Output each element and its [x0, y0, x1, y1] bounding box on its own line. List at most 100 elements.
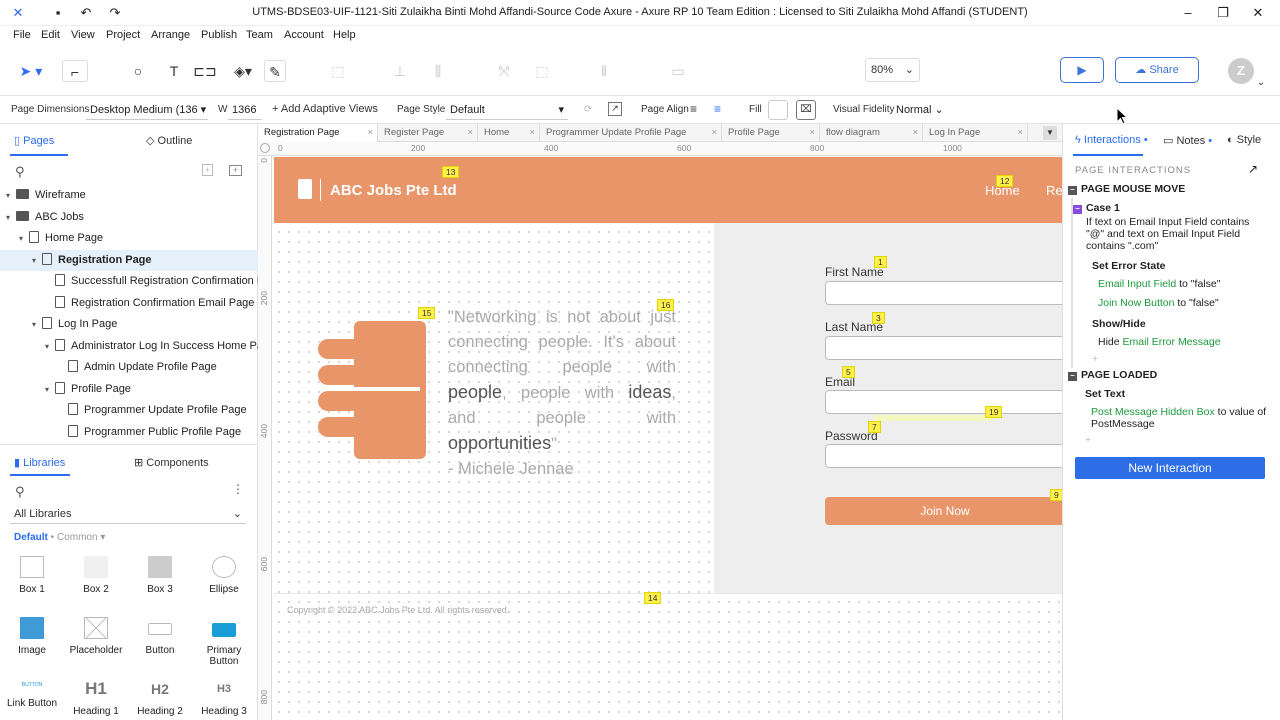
action-target[interactable]: Email Input Field to "false" — [1098, 278, 1220, 290]
width-input[interactable]: 1366 — [228, 100, 262, 120]
add-folder-icon[interactable]: + — [229, 165, 242, 176]
tree-page[interactable]: Successfull Registration Confirmation P — [0, 271, 258, 292]
add-adaptive-views-button[interactable]: + Add Adaptive Views — [272, 103, 378, 115]
close-tab-icon[interactable]: × — [912, 124, 918, 142]
visual-fidelity-select[interactable]: Normal ⌄ — [892, 100, 952, 120]
tree-folder[interactable]: ▾ ABC Jobs — [0, 207, 258, 228]
tree-page[interactable]: ▾ Home Page — [0, 228, 258, 249]
library-item[interactable]: BUTTON Link Button — [0, 678, 64, 709]
tree-page[interactable]: Programmer Update Profile Page — [0, 400, 258, 421]
add-action-icon[interactable]: + — [1085, 434, 1091, 446]
field-tool-icon[interactable]: ⊏⊐ — [190, 60, 220, 82]
menu-project[interactable]: Project — [106, 29, 140, 41]
new-interaction-button[interactable]: New Interaction — [1075, 457, 1265, 479]
pen-tool-icon[interactable]: ✎ — [264, 60, 286, 82]
maximize-icon[interactable]: ❐ — [1215, 5, 1231, 21]
menu-publish[interactable]: Publish — [201, 29, 237, 41]
zoom-select[interactable]: 80% ⌄ — [865, 58, 920, 82]
site-header[interactable]: ABC Jobs Pte Ltd Home Re — [274, 157, 1062, 223]
tree-page[interactable]: Programmer Public Profile Page — [0, 422, 258, 443]
tree-page[interactable]: Admin Update Profile Page — [0, 357, 258, 378]
action-show-hide[interactable]: Show/Hide — [1092, 318, 1146, 330]
text-tool-icon[interactable]: T — [164, 60, 184, 82]
expand-arrow-icon[interactable]: ▾ — [45, 379, 55, 400]
tab-notes[interactable]: ▭ Notes • — [1163, 134, 1212, 147]
fill-image-icon[interactable]: ⌧ — [796, 100, 816, 120]
close-tab-icon[interactable]: × — [711, 124, 717, 142]
flip-icon[interactable]: ⤧ — [494, 60, 514, 82]
doc-tab[interactable]: Profile Page × — [722, 124, 820, 142]
menu-help[interactable]: Help — [333, 29, 356, 41]
close-tab-icon[interactable]: × — [467, 124, 473, 142]
tab-components[interactable]: ⊞ Components — [134, 456, 209, 469]
expand-arrow-icon[interactable]: ▾ — [32, 314, 42, 335]
widget-badge[interactable]: 14 — [644, 592, 662, 604]
group-icon[interactable]: ⬚ — [328, 60, 348, 82]
tree-page[interactable]: ▾ Administrator Log In Success Home Pag — [0, 336, 258, 357]
table-icon[interactable]: ▭ — [668, 60, 688, 82]
doc-tab[interactable]: Log In Page × — [923, 124, 1028, 142]
transform-icon[interactable]: ⬚ — [532, 60, 552, 82]
library-more-icon[interactable]: ⋮ — [232, 482, 244, 496]
action-set-text[interactable]: Set Text — [1085, 388, 1125, 400]
action-target[interactable]: Join Now Button to "false" — [1098, 297, 1219, 309]
expand-arrow-icon[interactable]: ▾ — [45, 336, 55, 357]
action-target[interactable]: Post Message Hidden Box to value of Post… — [1091, 406, 1271, 430]
close-tab-icon[interactable]: × — [367, 124, 373, 142]
widget-badge[interactable]: 12 — [996, 175, 1014, 187]
widget-badge[interactable]: 13 — [442, 166, 460, 178]
close-tab-icon[interactable]: × — [809, 124, 815, 142]
menu-file[interactable]: File — [13, 29, 31, 41]
fill-color-swatch[interactable] — [768, 100, 788, 120]
tab-pages[interactable]: ▯ Pages — [14, 134, 54, 147]
library-item[interactable]: Box 3 — [128, 556, 192, 595]
align-icon[interactable]: ⊥ — [390, 60, 410, 82]
preview-button[interactable]: ▶ — [1060, 57, 1104, 83]
ruler-origin-icon[interactable] — [260, 143, 270, 153]
library-item[interactable]: H2 Heading 2 — [128, 678, 192, 717]
share-button[interactable]: ☁ Share — [1115, 57, 1199, 83]
style-sync-icon[interactable]: ⟳ — [584, 104, 592, 115]
library-item[interactable]: Box 2 — [64, 556, 128, 595]
distribute-icon[interactable]: ⫼ — [428, 60, 448, 82]
last-name-input[interactable] — [825, 336, 1062, 360]
design-canvas[interactable]: ABC Jobs Pte Ltd Home Re "Networking is … — [274, 157, 1062, 720]
tab-outline[interactable]: ◇ Outline — [146, 134, 192, 147]
library-item[interactable]: Box 1 — [0, 556, 64, 595]
popout-icon[interactable]: ↗ — [1248, 162, 1258, 176]
widget-badge[interactable]: 1 — [874, 256, 887, 268]
connector-tool-icon[interactable]: ⌐ — [62, 60, 88, 82]
minimize-icon[interactable]: – — [1180, 5, 1196, 21]
password-input[interactable] — [825, 444, 1062, 468]
library-item[interactable]: Button — [128, 617, 192, 656]
widget-badge[interactable]: 16 — [657, 299, 675, 311]
menu-arrange[interactable]: Arrange — [151, 29, 190, 41]
align-center-icon[interactable]: ≡ — [714, 102, 721, 116]
tabs-overflow-icon[interactable]: ▼ — [1043, 126, 1057, 140]
tree-page[interactable]: ▾ Registration Page — [0, 249, 258, 271]
search-icon[interactable]: ⚲ — [15, 164, 25, 180]
doc-tab[interactable]: Home × — [478, 124, 540, 142]
style-edit-icon[interactable]: ↗ — [608, 102, 622, 116]
avatar[interactable]: Z — [1228, 58, 1254, 84]
event-page-loaded[interactable]: – PAGE LOADED — [1068, 369, 1157, 381]
tree-page[interactable]: Registration Confirmation Email Page — [0, 293, 258, 314]
tab-style[interactable]: ◐ Style — [1227, 134, 1261, 146]
add-action-icon[interactable]: + — [1092, 353, 1098, 365]
widget-badge[interactable]: 19 — [985, 406, 1003, 418]
tree-folder[interactable]: ▾ Wireframe — [0, 185, 258, 206]
account-chevron-icon[interactable]: ⌄ — [1256, 72, 1266, 94]
doc-tab[interactable]: Register Page × — [378, 124, 478, 142]
doc-tab[interactable]: Registration Page × — [258, 124, 378, 142]
expand-arrow-icon[interactable]: ▾ — [19, 228, 29, 249]
library-select[interactable]: All Libraries ⌄ — [10, 504, 246, 524]
widget-badge[interactable]: 7 — [868, 421, 881, 433]
library-item[interactable]: Image — [0, 617, 64, 656]
library-item[interactable]: H3 Heading 3 — [192, 678, 256, 717]
close-icon[interactable]: ✕ — [1250, 5, 1266, 21]
menu-edit[interactable]: Edit — [41, 29, 60, 41]
tab-interactions[interactable]: ϟ Interactions • — [1075, 134, 1148, 146]
expand-arrow-icon[interactable]: ▾ — [6, 207, 16, 228]
ellipse-tool-icon[interactable]: ○ — [128, 60, 148, 82]
layers-tool-icon[interactable]: ◈▾ — [228, 60, 258, 82]
